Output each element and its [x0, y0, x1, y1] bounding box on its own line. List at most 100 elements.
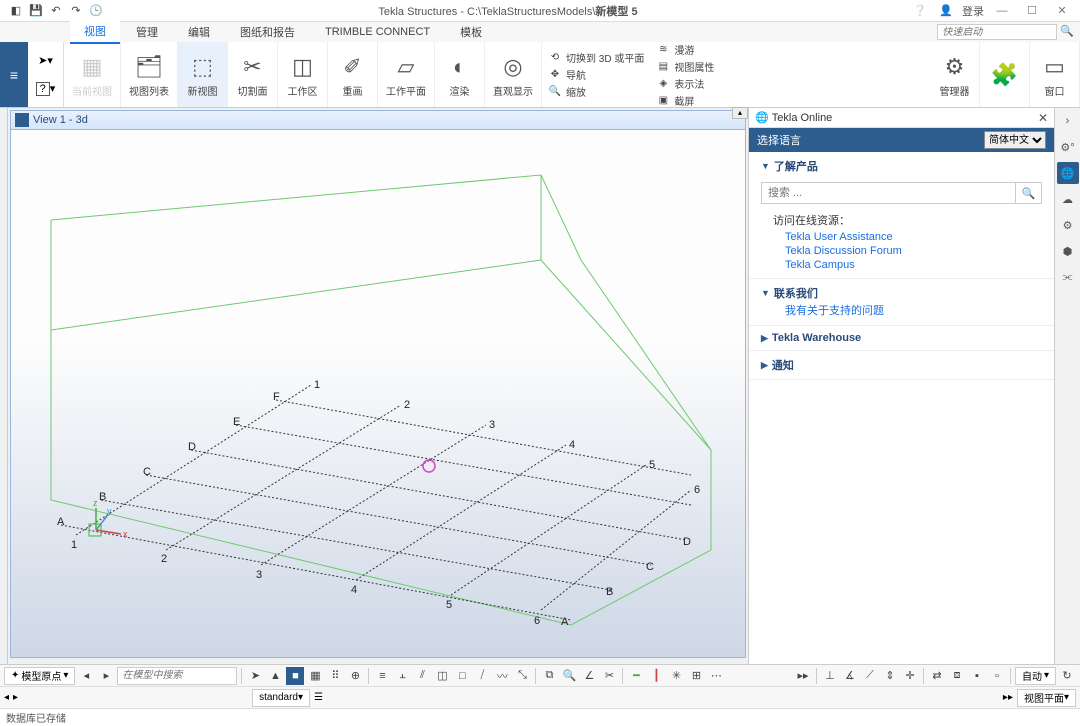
tool-hline-icon[interactable]: ━: [627, 667, 645, 685]
snap-axis-icon[interactable]: ✛: [901, 667, 919, 685]
quick-launch-input[interactable]: [937, 24, 1057, 40]
left-gutter[interactable]: [0, 108, 8, 664]
tool-solid-icon[interactable]: ■: [286, 667, 304, 685]
tab-drawings[interactable]: 图纸和报告: [226, 21, 309, 43]
link-discussion-forum[interactable]: Tekla Discussion Forum: [785, 244, 1042, 258]
file-menu[interactable]: ≡: [0, 42, 28, 107]
tool-grid-icon[interactable]: ▦: [306, 667, 324, 685]
side-tool-icon[interactable]: ⫘: [1057, 266, 1079, 288]
screenshot[interactable]: ▣截屏: [656, 93, 714, 108]
minimize-button[interactable]: —: [990, 5, 1014, 17]
ribbon-clip-plane[interactable]: ✂切割面: [228, 42, 278, 107]
tool-cut-icon[interactable]: ✂: [600, 667, 618, 685]
navigate[interactable]: ✥导航: [548, 67, 644, 82]
snap-point-icon[interactable]: ▪: [968, 667, 986, 685]
tool-slash-icon[interactable]: ⧸: [473, 667, 491, 685]
tool-matrix-icon[interactable]: ⊞: [687, 667, 705, 685]
arrow-dropdown[interactable]: ➤▾: [38, 54, 53, 67]
tool-merge-icon[interactable]: ⧉: [540, 667, 558, 685]
link-campus[interactable]: Tekla Campus: [785, 258, 1042, 272]
language-select[interactable]: 简体中文: [984, 131, 1046, 149]
user-icon[interactable]: 👤: [936, 2, 956, 20]
ribbon-window[interactable]: ▭窗口: [1030, 42, 1080, 107]
zoom[interactable]: 🔍缩放: [548, 84, 644, 99]
online-search-button[interactable]: 🔍: [1016, 182, 1042, 204]
maximize-button[interactable]: ☐: [1020, 4, 1044, 17]
save-icon[interactable]: 💾: [26, 2, 46, 20]
tool-xyz-icon[interactable]: ✳: [667, 667, 685, 685]
undo-icon[interactable]: ↶: [46, 2, 66, 20]
close-button[interactable]: ✕: [1050, 4, 1074, 17]
tool-frame-icon[interactable]: ◫: [433, 667, 451, 685]
tab-manage[interactable]: 管理: [122, 21, 172, 43]
tool-arrow-icon[interactable]: ➤: [246, 667, 264, 685]
tool-align-icon[interactable]: ⫠: [393, 667, 411, 685]
redo-icon[interactable]: ↷: [66, 2, 86, 20]
standard-dropdown[interactable]: standard ▾: [252, 689, 310, 707]
tool-zoom-icon[interactable]: 🔍: [560, 667, 578, 685]
quick-launch[interactable]: 🔍: [937, 24, 1074, 40]
ribbon-work-area[interactable]: ◫工作区: [278, 42, 328, 107]
tool-more-icon[interactable]: ⋯: [707, 667, 725, 685]
refresh-icon[interactable]: ↻: [1058, 667, 1076, 685]
next2b-icon[interactable]: ▸▸: [1003, 692, 1013, 703]
origin-dropdown[interactable]: ✦模型原点 ▾: [4, 667, 75, 685]
view-canvas[interactable]: A B C D E F 1 2 3 4 5 6 A B C: [10, 130, 746, 658]
tab-trimble-connect[interactable]: TRIMBLE CONNECT: [311, 23, 444, 41]
tool-center-icon[interactable]: ⊕: [346, 667, 364, 685]
fly[interactable]: ≋漫游: [656, 42, 714, 57]
help-icon[interactable]: ❔: [910, 2, 930, 20]
link-user-assistance[interactable]: Tekla User Assistance: [785, 230, 1042, 244]
ribbon-visualize[interactable]: ◎直观显示: [485, 42, 542, 107]
filter-icon[interactable]: ☰: [314, 692, 323, 703]
tool-up-icon[interactable]: ▲: [266, 667, 284, 685]
ribbon-work-plane[interactable]: ▱工作平面: [378, 42, 435, 107]
snap-perp-icon[interactable]: ⊥: [821, 667, 839, 685]
snap-rect-icon[interactable]: ▫: [988, 667, 1006, 685]
side-expand-icon[interactable]: ›: [1057, 110, 1079, 132]
panel-close-button[interactable]: ✕: [1038, 111, 1048, 125]
side-globe-icon[interactable]: 🌐: [1057, 162, 1079, 184]
history-icon[interactable]: 🕒: [86, 2, 106, 20]
next-icon[interactable]: ▸: [97, 667, 115, 685]
tool-list-icon[interactable]: ≡: [373, 667, 391, 685]
ribbon-rendering[interactable]: ◐渲染: [435, 42, 485, 107]
view-header[interactable]: View 1 - 3d: [10, 110, 746, 130]
section-learn[interactable]: ▼了解产品 🔍 访问在线资源： Tekla User Assistance Te…: [749, 152, 1054, 279]
tool-angle-icon[interactable]: ∠: [580, 667, 598, 685]
ribbon-view-list[interactable]: 🗂视图列表: [121, 42, 178, 107]
online-search-input[interactable]: [761, 182, 1016, 204]
tool-para-icon[interactable]: ⫽: [413, 667, 431, 685]
tab-view[interactable]: 视图: [70, 20, 120, 44]
next2-icon[interactable]: ▸: [13, 692, 18, 703]
section-notify[interactable]: ▶通知: [749, 351, 1054, 380]
side-box-icon[interactable]: ⬢: [1057, 240, 1079, 262]
expand-right-icon[interactable]: ▸▸: [794, 667, 812, 685]
snap-line-icon[interactable]: ⟋: [861, 667, 879, 685]
tool-path-icon[interactable]: 〰: [493, 667, 511, 685]
viewplane-dropdown[interactable]: 视图平面▾: [1017, 689, 1076, 707]
section-contact[interactable]: ▼联系我们 我有关于支持的问题: [749, 279, 1054, 326]
tool-vline-icon[interactable]: ┃: [647, 667, 665, 685]
quick-search-icon[interactable]: 🔍: [1060, 26, 1074, 38]
tool-dash-icon[interactable]: ⤡: [513, 667, 531, 685]
login-link[interactable]: 登录: [962, 3, 984, 19]
snap-height-icon[interactable]: ⇕: [881, 667, 899, 685]
side-settings-icon[interactable]: ⚙°: [1057, 136, 1079, 158]
model-search-input[interactable]: [117, 667, 237, 685]
ribbon-redraw[interactable]: ✐重画: [328, 42, 378, 107]
prev2-icon[interactable]: ◂: [4, 692, 9, 703]
snap-flip-icon[interactable]: ⇄: [928, 667, 946, 685]
ribbon-new-view[interactable]: ⬚新视图: [178, 42, 228, 107]
tool-dots-icon[interactable]: ⠿: [326, 667, 344, 685]
tool-square-icon[interactable]: □: [453, 667, 471, 685]
section-warehouse[interactable]: ▶Tekla Warehouse: [749, 326, 1054, 351]
collapse-panel-button[interactable]: ▴: [732, 107, 748, 119]
help-dropdown[interactable]: ?▾: [36, 82, 56, 96]
tab-edit[interactable]: 编辑: [174, 21, 224, 43]
representation[interactable]: ◈表示法: [656, 76, 714, 91]
auto-dropdown[interactable]: 自动▾: [1015, 667, 1056, 685]
snap-angle-icon[interactable]: ∡: [841, 667, 859, 685]
switch-3d-plane[interactable]: ⟲切换到 3D 或平面: [548, 50, 644, 65]
ribbon-component[interactable]: 🧩: [980, 42, 1030, 107]
